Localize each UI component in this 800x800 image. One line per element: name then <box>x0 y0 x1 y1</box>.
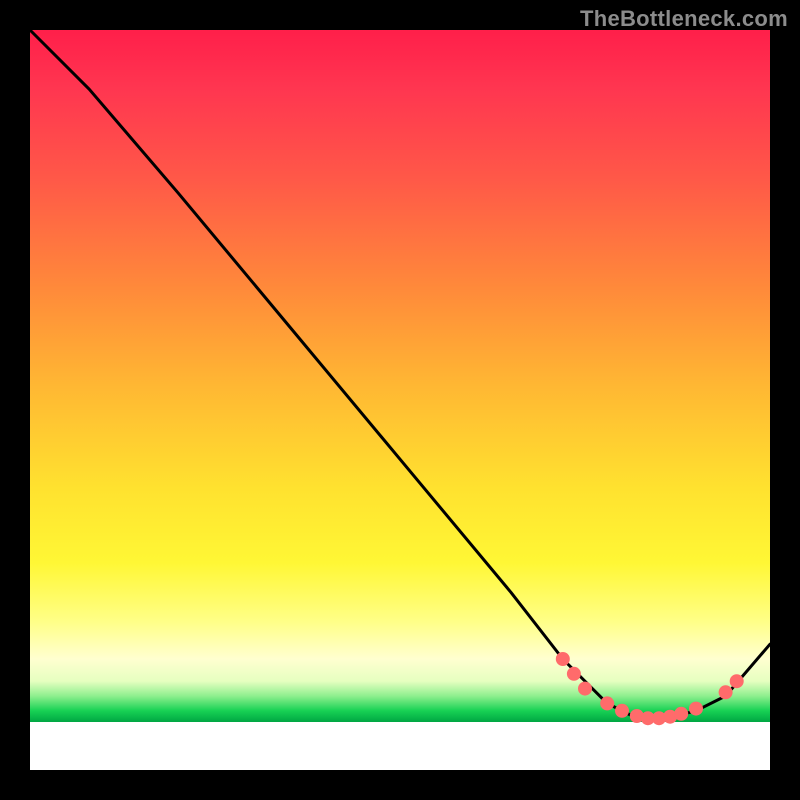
marker-point-b <box>615 704 629 718</box>
data-markers <box>556 652 744 725</box>
marker-cluster-right2 <box>730 674 744 688</box>
curve-path <box>30 30 770 718</box>
marker-point-g <box>674 707 688 721</box>
watermark-text: TheBottleneck.com <box>580 6 788 32</box>
marker-cluster-right <box>719 685 733 699</box>
marker-point-h <box>689 702 703 716</box>
marker-cluster-left2 <box>567 667 581 681</box>
bottleneck-curve <box>30 30 770 718</box>
chart-frame: TheBottleneck.com <box>0 0 800 800</box>
marker-point-a <box>600 696 614 710</box>
plot-area <box>30 30 770 770</box>
marker-cluster-left3 <box>578 682 592 696</box>
curve-layer <box>30 30 770 770</box>
marker-cluster-left <box>556 652 570 666</box>
